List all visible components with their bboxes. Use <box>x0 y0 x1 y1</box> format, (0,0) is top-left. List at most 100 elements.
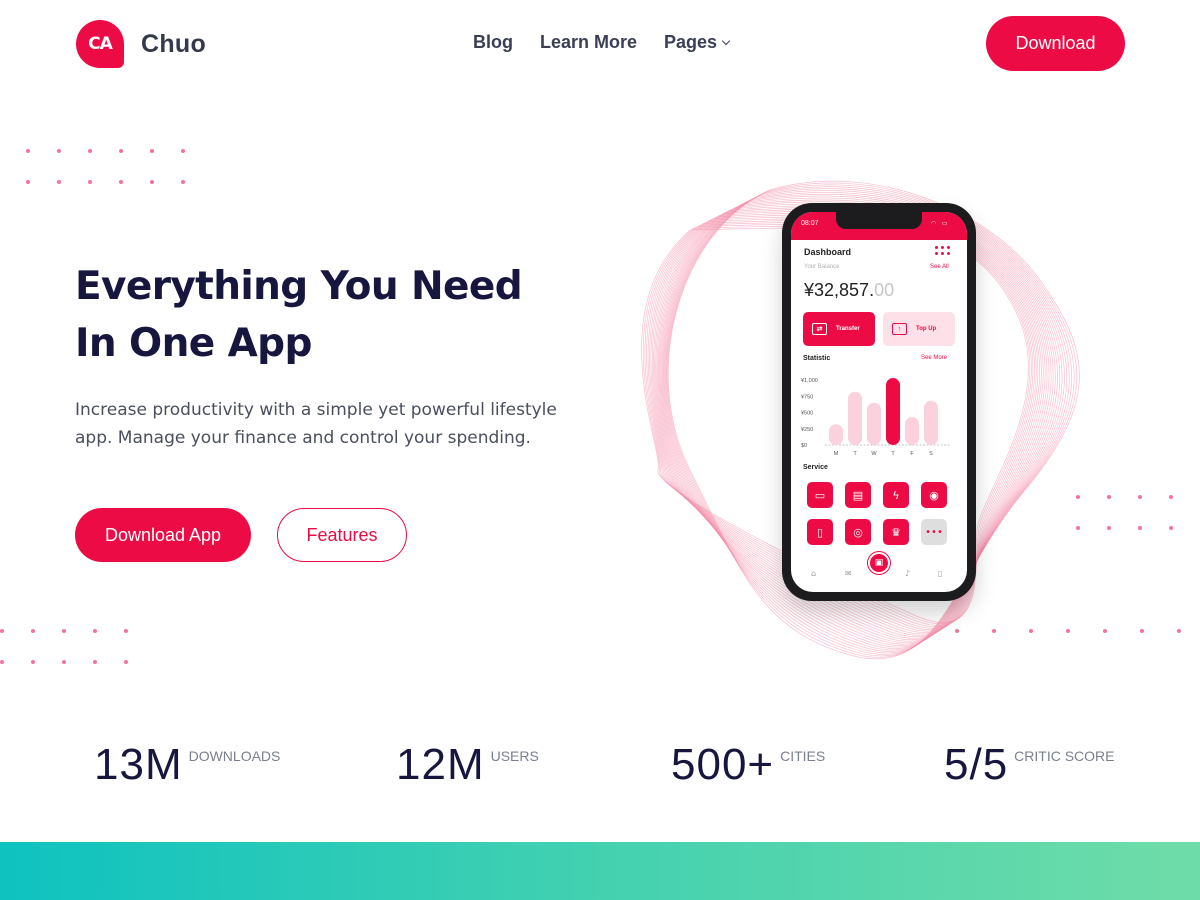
phone-service-title: Service <box>803 464 828 471</box>
top-up-label: Top Up <box>916 326 937 332</box>
chart-bar <box>867 402 881 445</box>
scan-icon: ▣ <box>868 552 890 574</box>
phone-balance-value: ¥32,857.00 <box>804 280 894 301</box>
decorative-dot <box>62 660 66 664</box>
stat-label: USERS <box>490 748 539 764</box>
stat-number: 12M <box>396 740 485 789</box>
y-tick-label: ¥1,000 <box>801 378 818 384</box>
home-icon: ⌂ <box>811 569 817 578</box>
nav-item-learn-more[interactable]: Learn More <box>540 32 637 53</box>
y-tick-label: $0 <box>801 443 807 449</box>
balance-cents: 00 <box>874 280 895 300</box>
decorative-dot <box>1140 629 1144 633</box>
chart-bar <box>924 400 938 445</box>
decorative-dot <box>1177 629 1181 633</box>
decorative-dot <box>62 629 66 633</box>
decorative-dot <box>119 180 123 184</box>
download-button[interactable]: Download <box>986 16 1125 71</box>
footer-gradient-band <box>0 842 1200 900</box>
nav-item-label: Blog <box>473 32 513 52</box>
hero-title-line-2: In One App <box>75 321 312 366</box>
stat-number: 5/5 <box>944 740 1009 789</box>
decorative-dot <box>150 149 154 153</box>
phone-service-grid: ▭ ▤ ϟ ◉ ▯ ◎ ♛ ••• <box>807 482 947 545</box>
x-tick-label: F <box>910 451 914 457</box>
dot-pattern-top-left <box>26 149 185 184</box>
stat-label: CRITIC SCORE <box>1014 748 1115 764</box>
decorative-dot <box>31 629 35 633</box>
more-icon: ••• <box>921 519 947 545</box>
chart-bar <box>886 378 900 445</box>
nav-item-blog[interactable]: Blog <box>473 32 513 53</box>
globe-icon: ◎ <box>845 519 871 545</box>
phone-statistic-chart: ¥1,000 ¥750 ¥500 ¥250 $0 M T W T F S <box>801 378 951 457</box>
decorative-dot <box>124 629 128 633</box>
phone-mockup: 08:07 ◠ ▭ Dashboard Your Balance See All… <box>782 203 976 601</box>
decorative-dot <box>57 149 61 153</box>
phone-transfer-card: ⇄ Transfer <box>803 312 875 346</box>
hero-subtitle: Increase productivity with a simple yet … <box>75 400 557 448</box>
chart-bar <box>829 424 843 445</box>
receipt-icon: ▤ <box>845 482 871 508</box>
stat-users: 12M USERS <box>396 740 539 790</box>
decorative-dot <box>124 660 128 664</box>
decorative-dot <box>150 180 154 184</box>
decorative-dot <box>88 180 92 184</box>
y-tick-label: ¥250 <box>801 427 813 433</box>
decorative-dot <box>181 180 185 184</box>
wifi-icon: ◉ <box>921 482 947 508</box>
decorative-dot <box>181 149 185 153</box>
nav-item-label: Learn More <box>540 32 638 52</box>
stat-label: CITIES <box>780 748 826 764</box>
decorative-dot <box>119 149 123 153</box>
brand-logo[interactable]: CA Chuo <box>76 20 206 68</box>
mobile-icon: ▯ <box>807 519 833 545</box>
x-tick-label: T <box>853 451 857 457</box>
bell-icon: ♪ <box>905 569 911 578</box>
bookmark-icon: ▯ <box>938 569 943 578</box>
nav-item-label: Pages <box>664 32 718 52</box>
basket-icon: ♛ <box>883 519 909 545</box>
download-app-button[interactable]: Download App <box>75 508 251 562</box>
transfer-icon: ⇄ <box>812 323 827 335</box>
stat-critic-score: 5/5 CRITIC SCORE <box>944 740 1115 790</box>
features-button[interactable]: Features <box>277 508 407 562</box>
phone-statistic-title: Statistic <box>803 355 831 362</box>
phone-screen: 08:07 ◠ ▭ Dashboard Your Balance See All… <box>791 212 967 592</box>
chart-bar <box>848 391 862 445</box>
decorative-dot <box>1138 526 1142 530</box>
stat-cities: 500+ CITIES <box>671 740 825 790</box>
logo-mark-icon: CA <box>76 20 124 68</box>
dot-pattern-bottom-left <box>0 629 128 664</box>
nav-item-pages[interactable]: Pages <box>664 32 731 53</box>
y-tick-label: ¥750 <box>801 394 813 400</box>
decorative-dot <box>0 629 4 633</box>
phone-see-more-link: See More <box>921 355 948 361</box>
chevron-down-icon <box>721 36 731 45</box>
decorative-dot <box>1138 495 1142 499</box>
decorative-dot <box>93 660 97 664</box>
nav-menu: Blog Learn More Pages <box>473 32 756 53</box>
brand-name: Chuo <box>141 29 207 58</box>
stat-label: DOWNLOADS <box>188 748 281 764</box>
decorative-dot <box>1169 495 1173 499</box>
decorative-dot <box>88 149 92 153</box>
decorative-dot <box>57 180 61 184</box>
chart-bar <box>905 417 919 445</box>
lightning-icon: ϟ <box>883 482 909 508</box>
hero-title: Everything You Need In One App <box>75 258 523 372</box>
x-tick-label: T <box>891 451 895 457</box>
decorative-dot <box>31 660 35 664</box>
transfer-label: Transfer <box>836 326 860 332</box>
decorative-dot <box>26 180 30 184</box>
phone-status-icons: ◠ ▭ <box>931 221 950 227</box>
hero-title-line-1: Everything You Need <box>75 264 523 309</box>
decorative-dot <box>93 629 97 633</box>
phone-dashboard-title: Dashboard <box>804 247 852 257</box>
balance-main: ¥32,857. <box>804 280 875 300</box>
y-tick-label: ¥500 <box>801 411 813 417</box>
phone-see-all-link: See All <box>930 264 949 270</box>
ticket-icon: ▭ <box>807 482 833 508</box>
stats-row: 13M DOWNLOADS 12M USERS 500+ CITIES 5/5 … <box>0 740 1200 800</box>
x-tick-label: M <box>834 451 839 457</box>
